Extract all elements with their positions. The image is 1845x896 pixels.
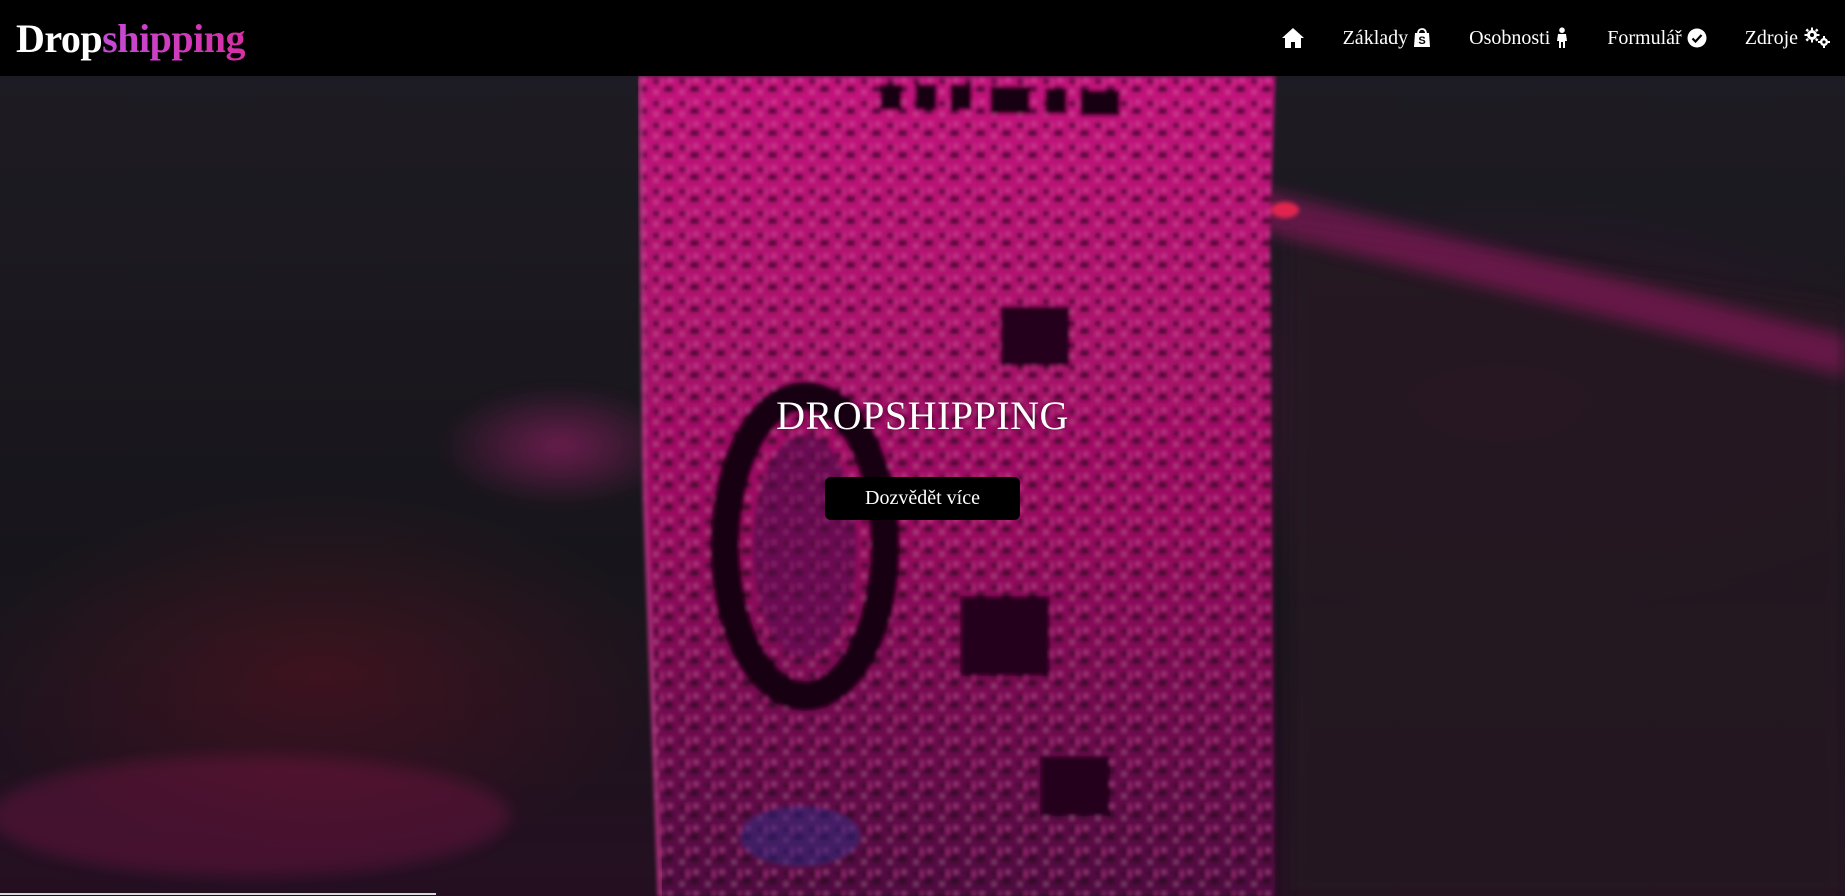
brand-logo[interactable]: Drop shipping xyxy=(16,15,245,62)
shopify-bag-icon: S xyxy=(1413,28,1431,48)
nav-item-zdroje[interactable]: Zdroje xyxy=(1745,27,1831,50)
nav-item-label: Formulář xyxy=(1607,26,1682,49)
learn-more-button[interactable]: Dozvědět více xyxy=(825,477,1020,520)
nav-links: Základy S Osobnosti Formulář Zdroje xyxy=(1243,0,1831,76)
cogs-icon xyxy=(1803,27,1831,49)
nav-item-home[interactable] xyxy=(1281,27,1305,49)
check-circle-icon xyxy=(1687,28,1707,48)
hero-content: DROPSHIPPING Dozvědět více xyxy=(0,76,1845,896)
top-navbar: Drop shipping Základy S Osobnosti Formul… xyxy=(0,0,1845,76)
brand-part-drop: Drop xyxy=(16,15,103,61)
nav-item-zaklady[interactable]: Základy S xyxy=(1343,27,1432,50)
scroll-indicator-line xyxy=(0,893,436,895)
hero-title: DROPSHIPPING xyxy=(776,393,1069,438)
person-icon xyxy=(1555,27,1569,49)
home-icon xyxy=(1281,27,1305,49)
hero-section: DROPSHIPPING Dozvědět více xyxy=(0,76,1845,896)
nav-item-label: Zdroje xyxy=(1744,26,1798,49)
brand-part-shipping: shipping xyxy=(102,15,245,61)
nav-item-label: Základy xyxy=(1342,26,1409,49)
nav-item-label: Osobnosti xyxy=(1469,26,1551,49)
svg-text:S: S xyxy=(1418,35,1425,47)
nav-item-formular[interactable]: Formulář xyxy=(1607,26,1707,50)
nav-item-osobnosti[interactable]: Osobnosti xyxy=(1469,27,1569,50)
